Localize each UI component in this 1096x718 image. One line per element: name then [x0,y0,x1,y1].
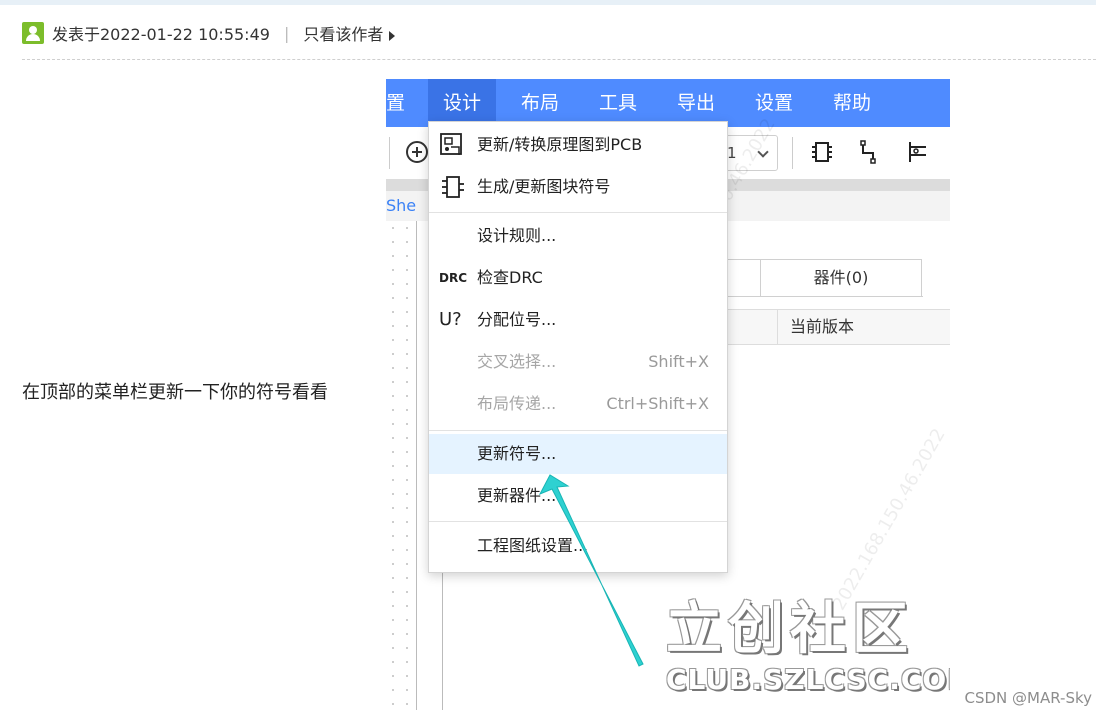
separator: | [283,23,290,43]
club-logo-url: CLUB.SZLCSC.COM [666,663,950,696]
user-avatar-icon [22,22,44,44]
divider [22,59,1096,60]
post-date: 发表于2022-01-22 10:55:49 [52,25,270,44]
author-only-link[interactable]: 只看该作者 [303,21,396,45]
post-header: 发表于2022-01-22 10:55:49 | 只看该作者 [22,20,396,46]
club-logo-title: 立创社区 [666,597,914,662]
csdn-watermark: CSDN @MAR-Sky [964,689,1092,707]
reply-text: 在顶部的菜单栏更新一下你的符号看看 [22,382,328,403]
triangle-right-icon [389,30,396,41]
club-logo: 立创社区 CLUB.SZLCSC.COM [666,584,950,696]
author-only-label: 只看该作者 [303,25,384,44]
embedded-screenshot: 置 设计 布局 工具 导出 设置 帮助 1 She 器件(0) 当前版本 202… [386,79,950,710]
top-strip [0,0,1096,5]
